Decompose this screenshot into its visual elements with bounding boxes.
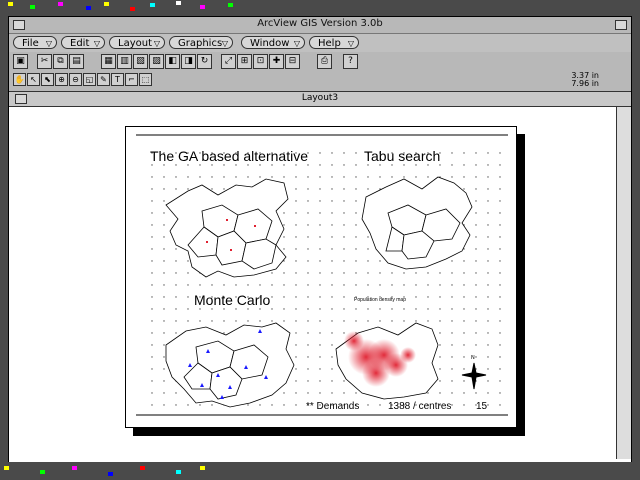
panel-tabu-title: Tabu search bbox=[364, 148, 440, 164]
arcview-window: ArcView GIS Version 3.0b File ▽ Edit ▽ Lay… bbox=[8, 16, 632, 462]
page-canvas: The GA based alternative Tabu search Mon… bbox=[136, 134, 508, 416]
menu-graphics[interactable]: Graphics ▽ bbox=[169, 36, 233, 49]
zoom-actual-button[interactable]: ⊡ bbox=[253, 54, 268, 69]
layout-title: Layout3 bbox=[301, 93, 339, 103]
pointer-icon[interactable]: ↖ bbox=[27, 73, 40, 86]
desktop-pixel bbox=[150, 3, 155, 7]
desktop-pixel bbox=[58, 2, 63, 6]
layout-page[interactable]: The GA based alternative Tabu search Mon… bbox=[125, 126, 517, 428]
app-title: ArcView GIS Version 3.0b bbox=[257, 18, 383, 29]
panel-mc-title: Monte Carlo bbox=[194, 292, 270, 308]
desktop-pixel bbox=[72, 466, 77, 470]
chevron-down-icon: ▽ bbox=[153, 39, 160, 48]
menu-help-label: Help bbox=[318, 38, 341, 49]
line-icon[interactable]: ⌐ bbox=[125, 73, 138, 86]
shape-icon[interactable]: ⬚ bbox=[139, 73, 152, 86]
cut-button[interactable]: ✂ bbox=[37, 54, 52, 69]
zoom-in-icon[interactable]: ⊕ bbox=[55, 73, 68, 86]
tool-bar: ✋ ↖ ⬉ ⊕ ⊖ ◱ ✎ T ⌐ ⬚ bbox=[9, 72, 631, 89]
menu-edit-label: Edit bbox=[70, 38, 90, 49]
draw-icon[interactable]: ✎ bbox=[97, 73, 110, 86]
button-bar: ▣ ✂ ⧉ ▤ ▦ ▥ ▧ ▨ ◧ ◨ ↻ ⤢ ⊞ ⊡ ✚ ⊟ ⎙ ? bbox=[9, 53, 631, 71]
paste-button[interactable]: ▤ bbox=[69, 54, 84, 69]
footer-count: 1388 / centres bbox=[388, 401, 451, 412]
zoom-page-button[interactable]: ⊞ bbox=[237, 54, 252, 69]
send-back-button[interactable]: ◨ bbox=[181, 54, 196, 69]
menu-file[interactable]: File ▽ bbox=[13, 36, 57, 49]
chevron-down-icon: ▽ bbox=[293, 39, 300, 48]
menu-help[interactable]: Help ▽ bbox=[309, 36, 359, 49]
footer-demands: ** Demands bbox=[306, 401, 359, 412]
zoom-out-button[interactable]: ⊟ bbox=[285, 54, 300, 69]
refresh-button[interactable]: ↻ bbox=[197, 54, 212, 69]
menu-layout-label: Layout bbox=[118, 38, 152, 49]
menu-layout[interactable]: Layout ▽ bbox=[109, 36, 165, 49]
desktop-pixel bbox=[176, 1, 181, 5]
desktop-pixel bbox=[108, 472, 113, 476]
layout-title-bar[interactable]: Layout3 bbox=[9, 92, 631, 107]
chevron-down-icon: ▽ bbox=[45, 39, 52, 48]
desktop-bottom bbox=[0, 462, 640, 480]
copy-button[interactable]: ⧉ bbox=[53, 54, 68, 69]
properties-button[interactable]: ▦ bbox=[101, 54, 116, 69]
layout-window: Layout3 The GA based alternative Tabu se… bbox=[9, 91, 631, 462]
coord-y: 7.96 in bbox=[571, 79, 599, 88]
chevron-down-icon: ▽ bbox=[221, 39, 228, 48]
help-pointer-icon[interactable]: ? bbox=[343, 54, 358, 69]
desktop-pixel bbox=[40, 470, 45, 474]
desktop-pixel bbox=[228, 3, 233, 7]
text-icon[interactable]: T bbox=[111, 73, 124, 86]
menu-edit[interactable]: Edit ▽ bbox=[61, 36, 105, 49]
menu-window[interactable]: Window ▽ bbox=[241, 36, 305, 49]
panel-ga-title: The GA based alternative bbox=[150, 148, 308, 164]
zoom-out-icon[interactable]: ⊖ bbox=[69, 73, 82, 86]
vertical-scrollbar[interactable] bbox=[616, 107, 631, 459]
footer-number: 15 bbox=[476, 401, 488, 412]
desktop-pixel bbox=[8, 2, 13, 6]
bring-front-button[interactable]: ◧ bbox=[165, 54, 180, 69]
panel-pop-title: Population density map bbox=[354, 297, 406, 303]
desktop-pixel bbox=[4, 466, 9, 470]
group-button[interactable]: ▧ bbox=[133, 54, 148, 69]
desktop-pixel bbox=[130, 7, 135, 11]
zoom-in-button[interactable]: ✚ bbox=[269, 54, 284, 69]
desktop-pixel bbox=[104, 2, 109, 6]
zoom-full-button[interactable]: ⤢ bbox=[221, 54, 236, 69]
chevron-down-icon: ▽ bbox=[93, 39, 100, 48]
menu-file-label: File bbox=[22, 38, 39, 49]
menu-window-label: Window bbox=[250, 38, 290, 49]
menu-graphics-label: Graphics bbox=[178, 38, 223, 49]
menu-bar: File ▽ Edit ▽ Layout ▽ Graphics ▽ Window ▽ He… bbox=[9, 34, 631, 52]
desktop-pixel bbox=[86, 6, 91, 10]
desktop-pixel bbox=[200, 466, 205, 470]
frame-icon[interactable]: ◱ bbox=[83, 73, 96, 86]
maximize-icon[interactable] bbox=[615, 20, 627, 30]
vertex-icon[interactable]: ⬉ bbox=[41, 73, 54, 86]
svg-text:N: N bbox=[471, 355, 475, 361]
coordinate-readout: 3.37 in 7.96 in bbox=[571, 72, 599, 88]
desktop-pixel bbox=[176, 470, 181, 474]
print-icon[interactable]: ⎙ bbox=[317, 54, 332, 69]
align-button[interactable]: ▥ bbox=[117, 54, 132, 69]
ungroup-button[interactable]: ▨ bbox=[149, 54, 164, 69]
save-button[interactable]: ▣ bbox=[13, 54, 28, 69]
desktop-pixel bbox=[200, 5, 205, 9]
pan-icon[interactable]: ✋ bbox=[13, 73, 26, 86]
chevron-down-icon: ▽ bbox=[347, 39, 354, 48]
desktop-pixel bbox=[30, 5, 35, 9]
title-bar[interactable]: ArcView GIS Version 3.0b bbox=[9, 17, 631, 34]
desktop-pixel bbox=[140, 466, 145, 470]
